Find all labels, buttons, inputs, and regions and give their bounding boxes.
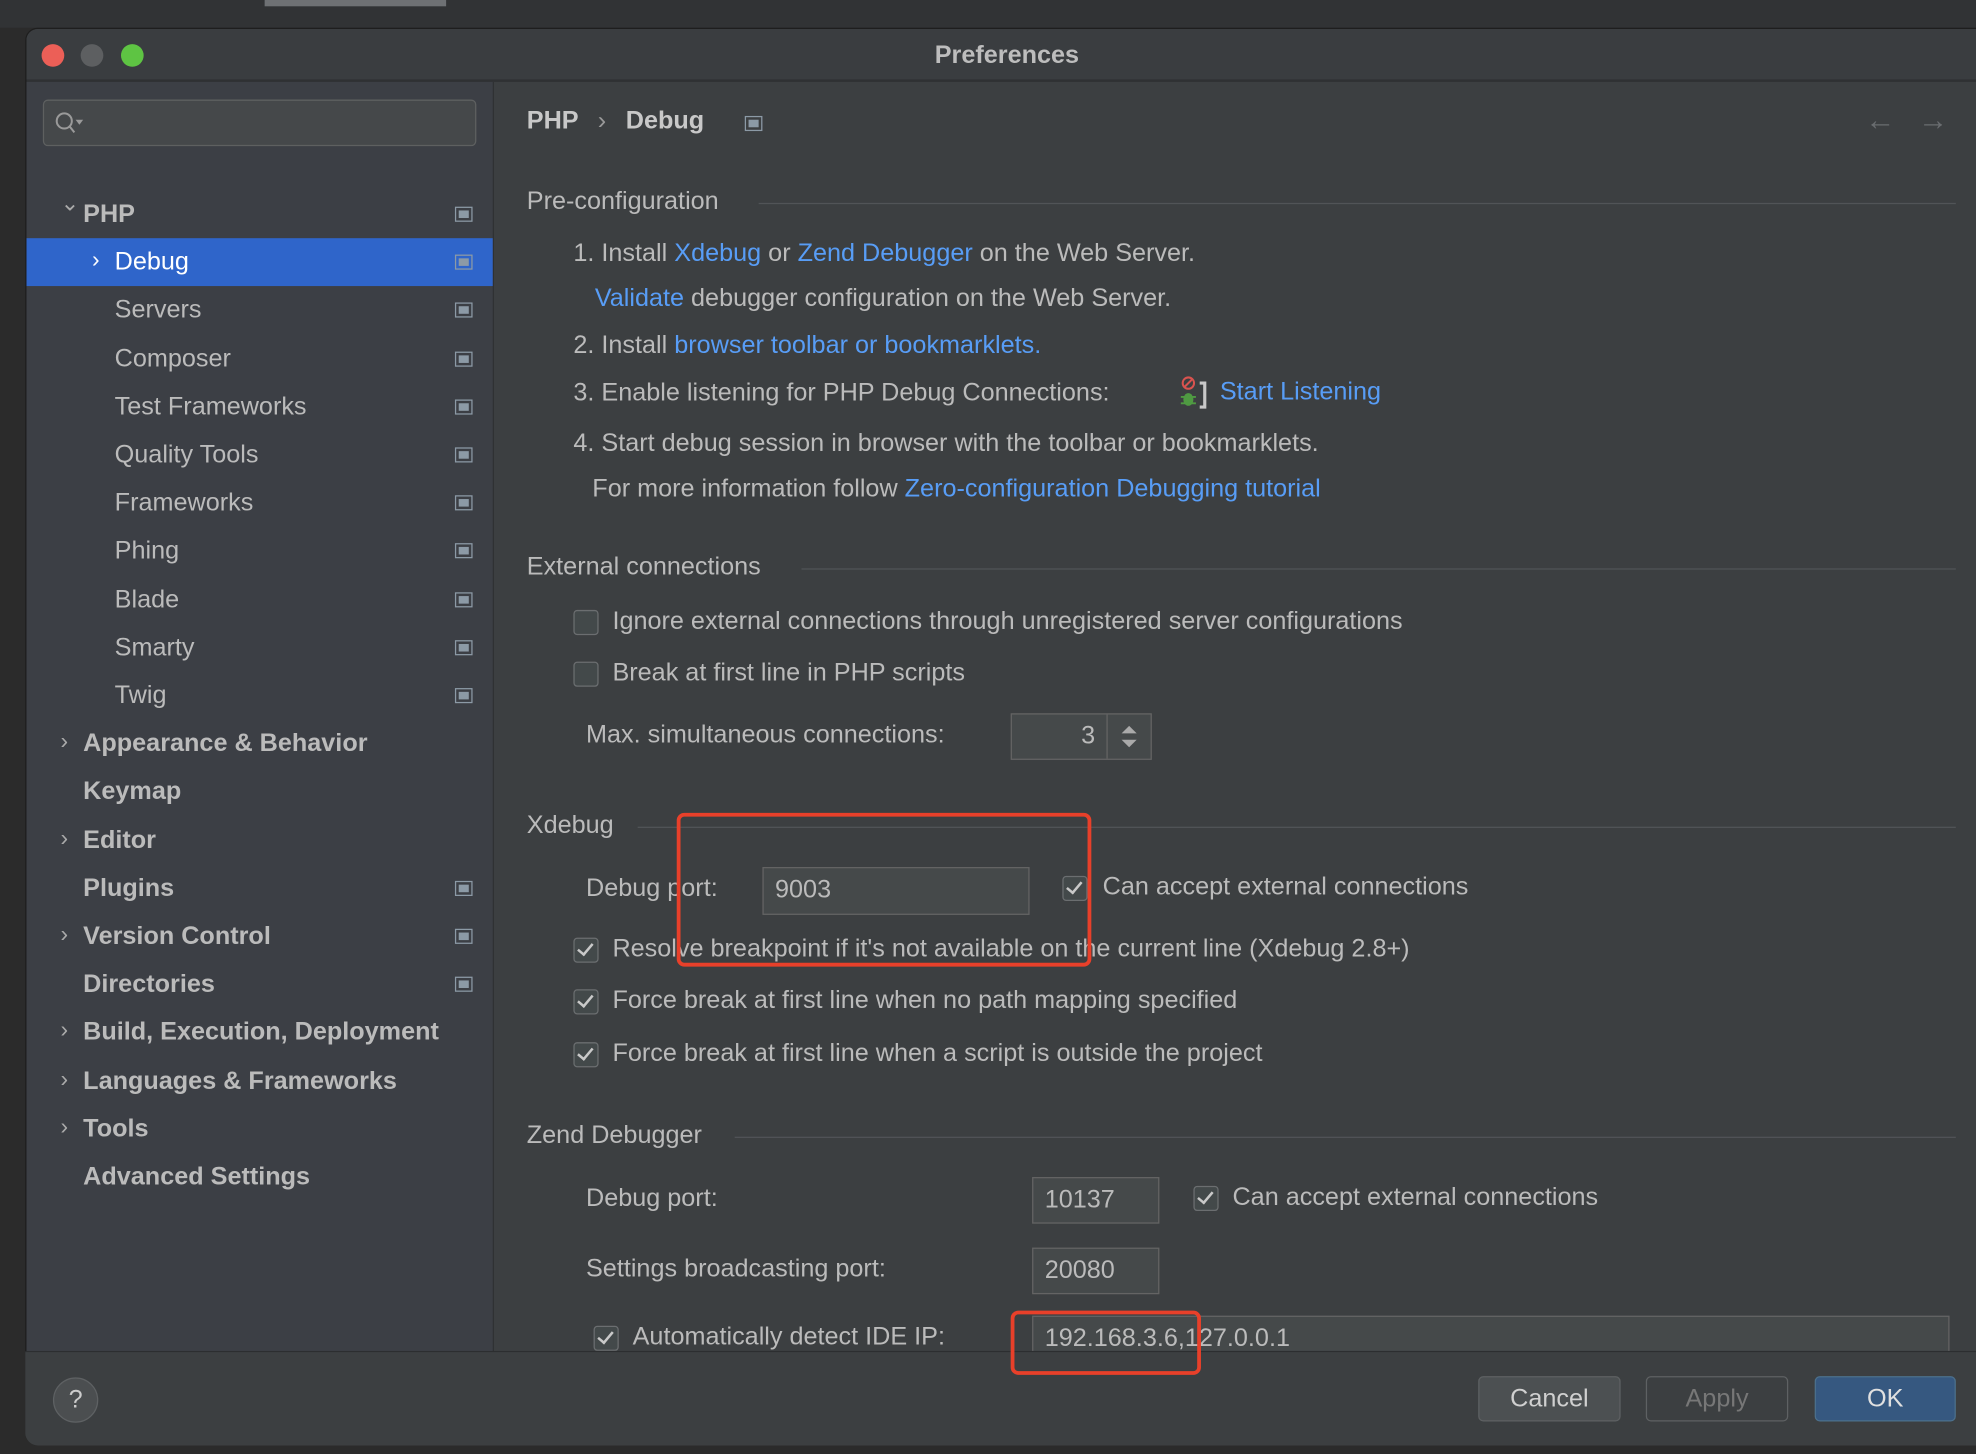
- zend-accept-external-checkbox[interactable]: [1193, 1185, 1219, 1212]
- broadcast-port-input[interactable]: 20080: [1032, 1247, 1160, 1295]
- settings-content: PHP › Debug ← → Pre-configuration 1. Ins…: [0, 0, 1976, 1351]
- start-listening-link[interactable]: Start Listening: [1220, 378, 1381, 407]
- section-divider: [801, 568, 1956, 570]
- highlight-annotation-ide-ip: [1010, 1310, 1201, 1375]
- help-button[interactable]: ?: [52, 1377, 99, 1423]
- back-arrow-icon[interactable]: ←: [1865, 103, 1895, 138]
- step-2: 2. Install browser toolbar or bookmarkle…: [573, 331, 1041, 360]
- section-divider: [734, 1136, 1956, 1138]
- more-info-line: For more information follow Zero-configu…: [592, 475, 1320, 504]
- start-listening-icon[interactable]: [1180, 376, 1210, 411]
- break-first-line-label: Break at first line in PHP scripts: [612, 659, 965, 687]
- section-preconfiguration: Pre-configuration: [526, 187, 719, 216]
- step-1-suffix: on the Web Server.: [972, 239, 1196, 268]
- spinner-arrows-icon[interactable]: [1106, 714, 1150, 759]
- zero-config-tutorial-link[interactable]: Zero-configuration Debugging tutorial: [905, 475, 1321, 503]
- validate-suffix: debugger configuration on the Web Server…: [684, 284, 1172, 313]
- force-break-outside-project-checkbox[interactable]: [573, 1042, 599, 1068]
- step-1-or: or: [761, 239, 798, 268]
- step-2-prefix: 2. Install: [573, 331, 675, 360]
- cancel-button[interactable]: Cancel: [1478, 1376, 1621, 1422]
- section-zend-debugger: Zend Debugger: [526, 1121, 702, 1150]
- validate-line: Validate debugger configuration on the W…: [595, 285, 1171, 314]
- project-settings-icon: [744, 115, 763, 132]
- validate-link[interactable]: Validate: [595, 285, 684, 313]
- break-first-line-checkbox[interactable]: [573, 661, 599, 687]
- step-4: 4. Start debug session in browser with t…: [573, 429, 1319, 458]
- breadcrumb: PHP › Debug: [527, 107, 704, 136]
- auto-detect-ip-label: Automatically detect IDE IP:: [632, 1323, 946, 1351]
- highlight-annotation-xdebug-port: [676, 812, 1092, 967]
- xdebug-link[interactable]: Xdebug: [674, 239, 761, 267]
- zend-port-label: Debug port:: [585, 1184, 718, 1213]
- force-break-outside-project-label: Force break at first line when a script …: [612, 1039, 1263, 1068]
- auto-detect-ip-checkbox[interactable]: [593, 1325, 619, 1351]
- force-break-no-mapping-label: Force break at first line when no path m…: [612, 986, 1238, 1015]
- breadcrumb-debug: Debug: [625, 107, 705, 135]
- section-divider: [758, 202, 1956, 205]
- apply-button[interactable]: Apply: [1645, 1376, 1789, 1422]
- step-1-prefix: 1. Install: [573, 239, 675, 268]
- ok-button[interactable]: OK: [1814, 1376, 1956, 1422]
- step-3: 3. Enable listening for PHP Debug Connec…: [573, 379, 1110, 408]
- xdebug-accept-external-label: Can accept external connections: [1102, 873, 1469, 902]
- max-connections-label: Max. simultaneous connections:: [585, 720, 945, 749]
- dialog-footer: ? Cancel Apply OK: [25, 1350, 1976, 1446]
- broadcast-port-label: Settings broadcasting port:: [585, 1255, 886, 1283]
- breadcrumb-separator: ›: [597, 107, 607, 135]
- resolve-breakpoint-checkbox[interactable]: [573, 937, 599, 963]
- breadcrumb-php[interactable]: PHP: [527, 107, 578, 135]
- more-info-prefix: For more information follow: [592, 475, 905, 503]
- max-connections-value: 3: [1081, 722, 1096, 750]
- ignore-external-checkbox[interactable]: [573, 609, 599, 636]
- ignore-external-label: Ignore external connections through unre…: [612, 607, 1403, 636]
- step-1: 1. Install Xdebug or Zend Debugger on th…: [573, 239, 1195, 268]
- zend-port-input[interactable]: 10137: [1032, 1177, 1160, 1224]
- force-break-no-mapping-checkbox[interactable]: [573, 989, 599, 1015]
- zend-debugger-link[interactable]: Zend Debugger: [798, 239, 973, 267]
- section-xdebug: Xdebug: [526, 811, 614, 840]
- browser-toolbar-link[interactable]: browser toolbar or bookmarklets.: [674, 331, 1041, 359]
- zend-accept-external-label: Can accept external connections: [1232, 1183, 1599, 1212]
- section-external-connections: External connections: [526, 553, 761, 581]
- forward-arrow-icon[interactable]: →: [1918, 103, 1948, 138]
- max-connections-spinner[interactable]: 3: [1010, 713, 1152, 760]
